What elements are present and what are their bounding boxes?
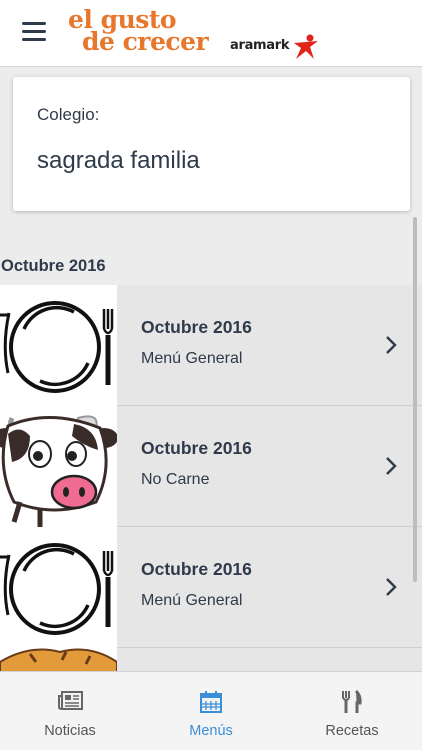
menu-item-subtitle: Menú General: [141, 592, 243, 609]
chevron-right-icon: [386, 336, 397, 354]
tab-label: Menús: [189, 723, 233, 739]
cow-image: [0, 406, 117, 527]
logo-line-2: de crecer: [82, 27, 209, 56]
menu-item[interactable]: Octubre 2016 Menú General: [0, 285, 422, 406]
menu-list: Octubre 2016 Menú General Octubre 2016 N…: [0, 285, 422, 671]
scrollbar[interactable]: [413, 217, 417, 582]
newspaper-icon: [58, 691, 83, 710]
tab-label: Recetas: [325, 723, 379, 739]
menu-item-subtitle: Menú General: [141, 350, 243, 367]
menu-item-title: Octubre 2016: [141, 438, 252, 458]
chevron-right-icon: [386, 578, 397, 596]
app-header: el gusto de crecer aramark: [0, 0, 422, 67]
chevron-right-icon: [386, 457, 397, 475]
brand-text: aramark: [230, 38, 290, 53]
school-name: sagrada familia: [37, 147, 200, 174]
menu-item-title: Octubre 2016: [141, 559, 252, 579]
plate-cutlery-image: [0, 527, 117, 648]
calendar-icon: [200, 691, 222, 713]
cow-orange-image: [0, 648, 117, 671]
menu-item[interactable]: [0, 648, 422, 671]
tab-label: Noticias: [44, 723, 96, 739]
section-title: Octubre 2016: [1, 257, 106, 275]
menu-item[interactable]: Octubre 2016 Menú General: [0, 527, 422, 648]
cutlery-icon: [342, 690, 362, 713]
tab-menus[interactable]: Menús: [141, 672, 281, 750]
plate-cutlery-image: [0, 285, 117, 406]
el-gusto-de-crecer-logo: el gusto de crecer: [68, 6, 228, 62]
menu-item-subtitle: No Carne: [141, 471, 210, 488]
school-label: Colegio:: [37, 105, 100, 124]
school-card[interactable]: Colegio: sagrada familia: [13, 77, 410, 211]
tab-bar: Noticias Menús Recetas: [0, 671, 422, 750]
menu-item-title: Octubre 2016: [141, 317, 252, 337]
menu-item[interactable]: Octubre 2016 No Carne: [0, 406, 422, 527]
tab-noticias[interactable]: Noticias: [0, 672, 140, 750]
aramark-logo: aramark: [230, 33, 330, 59]
hamburger-icon[interactable]: [22, 22, 46, 42]
tab-recetas[interactable]: Recetas: [282, 672, 422, 750]
star-person-icon: [294, 34, 318, 59]
